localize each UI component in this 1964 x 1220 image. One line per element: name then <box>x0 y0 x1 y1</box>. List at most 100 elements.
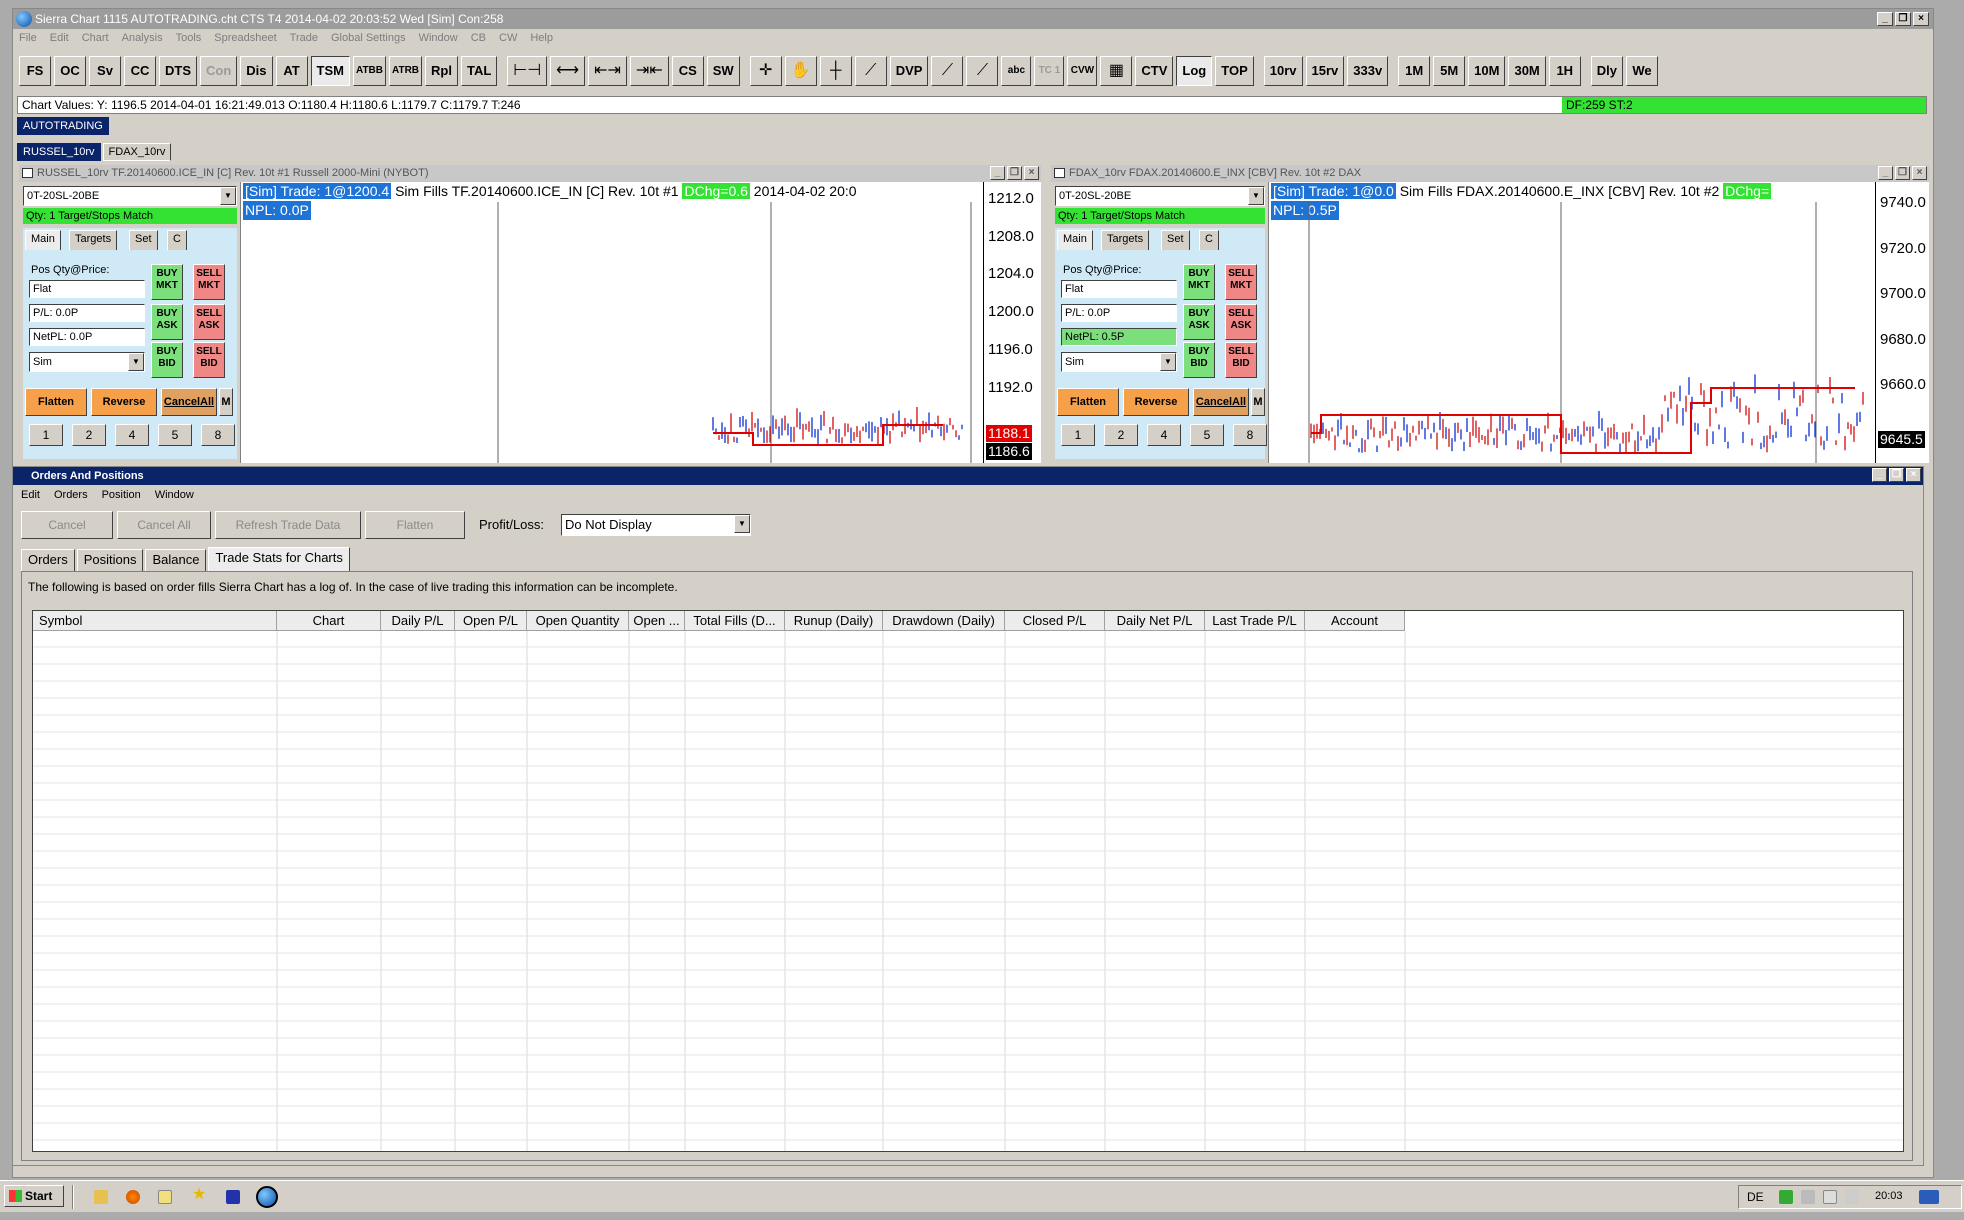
qty-2-button[interactable]: 2 <box>72 424 106 446</box>
tab-positions[interactable]: Positions <box>76 549 144 571</box>
toolbar-fs-button[interactable]: FS <box>19 56 51 86</box>
toolbar-15rv-button[interactable]: 15rv <box>1305 56 1345 86</box>
start-button[interactable]: Start <box>4 1185 64 1207</box>
volume-icon[interactable] <box>1845 1190 1859 1204</box>
cursor-icon[interactable]: ┼ <box>819 56 852 86</box>
menu-item-edit[interactable]: Edit <box>50 29 69 47</box>
chart-restore-button[interactable]: ❐ <box>1895 166 1910 180</box>
trade-tab-main[interactable]: Main <box>1057 230 1093 250</box>
chevron-down-icon[interactable]: ▼ <box>1248 187 1264 205</box>
menu-item-help[interactable]: Help <box>530 29 553 47</box>
price-axis[interactable]: 9740.0 9720.0 9700.0 9680.0 9660.0 9645.5 <box>1875 182 1929 463</box>
column-header-1[interactable]: Chart <box>277 611 381 631</box>
column-header-6[interactable]: Total Fills (D... <box>685 611 785 631</box>
toolbar-1m-button[interactable]: 1M <box>1398 56 1431 86</box>
price-chart[interactable]: [Sim] Trade: 1@1200.4 Sim Fills TF.20140… <box>243 182 983 463</box>
trade-tab-main[interactable]: Main <box>25 230 61 250</box>
chevron-down-icon[interactable]: ▼ <box>734 515 750 533</box>
account-select[interactable]: Sim ▼ <box>29 352 145 372</box>
sell-bid-button[interactable]: SELL BID <box>193 342 225 378</box>
qty-5-button[interactable]: 5 <box>1190 424 1224 446</box>
reverse-button[interactable]: Reverse <box>91 388 157 416</box>
clock[interactable]: 20:03 <box>1875 1190 1903 1202</box>
menu-item-window[interactable]: Window <box>419 29 458 47</box>
menu-item-analysis[interactable]: Analysis <box>122 29 163 47</box>
trade-tab-set[interactable]: Set <box>1161 230 1190 250</box>
flag-icon[interactable] <box>1823 1190 1837 1204</box>
security-icon[interactable] <box>1801 1190 1815 1204</box>
buy-ask-button[interactable]: BUY ASK <box>1183 304 1215 340</box>
column-header-3[interactable]: Open P/L <box>455 611 527 631</box>
trade-tab-c[interactable]: C <box>1199 230 1219 250</box>
buy-mkt-button[interactable]: BUY MKT <box>1183 264 1215 300</box>
chart-close-button[interactable]: × <box>1024 166 1039 180</box>
toolbar-atbb-button[interactable]: ATBB <box>352 56 386 86</box>
chart-minimize-button[interactable]: _ <box>990 166 1005 180</box>
toolbar-sv-button[interactable]: Sv <box>89 56 121 86</box>
menu-item-spreadsheet[interactable]: Spreadsheet <box>214 29 276 47</box>
bar-spacing-decrease-icon[interactable]: ⇤⇥ <box>588 56 627 86</box>
toolbar-10m-button[interactable]: 10M <box>1468 56 1506 86</box>
flatten-button[interactable]: Flatten <box>1057 388 1119 416</box>
toolbar-dvp-button[interactable]: DVP <box>889 56 929 86</box>
sell-ask-button[interactable]: SELL ASK <box>1225 304 1257 340</box>
bar-spacing-increase-icon[interactable]: ⇥⇤ <box>629 56 669 86</box>
range-icon[interactable]: ⊢⊣ <box>507 56 548 86</box>
folder-icon[interactable] <box>94 1190 108 1204</box>
buy-bid-button[interactable]: BUY BID <box>151 342 183 378</box>
chevron-down-icon[interactable]: ▼ <box>220 187 236 205</box>
show-desktop-icon[interactable] <box>1919 1190 1939 1204</box>
strategy-select[interactable]: 0T-20SL-20BE ▼ <box>23 186 237 206</box>
toolbar-dis-button[interactable]: Dis <box>240 56 273 86</box>
ray-icon[interactable]: ⟋ <box>966 56 999 86</box>
toolbar-log-button[interactable]: Log <box>1176 56 1213 86</box>
toolbar-oc-button[interactable]: OC <box>54 56 86 86</box>
qty-4-button[interactable]: 4 <box>115 424 149 446</box>
reverse-button[interactable]: Reverse <box>1123 388 1189 416</box>
orders-menu-position[interactable]: Position <box>102 485 141 505</box>
sierra-chart-task-icon[interactable] <box>256 1186 278 1208</box>
menu-item-cb[interactable]: CB <box>471 29 486 47</box>
toolbar-tal-button[interactable]: TAL <box>460 56 498 86</box>
toolbar-10rv-button[interactable]: 10rv <box>1263 56 1303 86</box>
toolbar-sw-button[interactable]: SW <box>706 56 740 86</box>
range-expand-icon[interactable]: ⟷ <box>550 56 586 86</box>
toolbar-cvw-button[interactable]: CVW <box>1067 56 1098 86</box>
cancel-all-button[interactable]: Cancel All <box>117 511 211 539</box>
notepad-icon[interactable] <box>158 1190 172 1204</box>
toolbar-abc-button[interactable]: abc <box>1001 56 1032 86</box>
column-header-7[interactable]: Runup (Daily) <box>785 611 883 631</box>
chart-close-button[interactable]: × <box>1912 166 1927 180</box>
toolbar-dly-button[interactable]: Dly <box>1590 56 1623 86</box>
price-axis[interactable]: 1212.0 1208.0 1204.0 1200.0 1196.0 1192.0 1188… <box>983 182 1041 463</box>
column-header-10[interactable]: Daily Net P/L <box>1105 611 1205 631</box>
refresh-trade-data-button[interactable]: Refresh Trade Data <box>215 511 361 539</box>
account-select[interactable]: Sim ▼ <box>1061 352 1177 372</box>
chevron-down-icon[interactable]: ▼ <box>128 353 144 371</box>
trade-tab-targets[interactable]: Targets <box>69 230 118 250</box>
toolbar-top-button[interactable]: TOP <box>1215 56 1254 86</box>
flatten-button[interactable]: Flatten <box>25 388 87 416</box>
sell-ask-button[interactable]: SELL ASK <box>193 304 225 340</box>
line-icon[interactable]: ⟋ <box>931 56 964 86</box>
qty-2-button[interactable]: 2 <box>1104 424 1138 446</box>
orders-menu-window[interactable]: Window <box>155 485 194 505</box>
m-button[interactable]: M <box>219 388 233 416</box>
qty-5-button[interactable]: 5 <box>158 424 192 446</box>
trade-tab-c[interactable]: C <box>167 230 187 250</box>
cancel-all-orders-button[interactable]: CancelAll <box>1193 388 1249 416</box>
orders-minimize-button[interactable]: _ <box>1872 468 1887 482</box>
toolbar-tc-1-button[interactable]: TC 1 <box>1034 56 1065 86</box>
toolbar-30m-button[interactable]: 30M <box>1508 56 1546 86</box>
price-chart[interactable]: [Sim] Trade: 1@0.0 Sim Fills FDAX.201406… <box>1271 182 1875 463</box>
buy-ask-button[interactable]: BUY ASK <box>151 304 183 340</box>
toolbar-we-button[interactable]: We <box>1626 56 1658 86</box>
tab-fdax_10rv[interactable]: FDAX_10rv <box>102 143 172 161</box>
minimize-button[interactable]: _ <box>1877 12 1893 26</box>
toolbar-cc-button[interactable]: CC <box>124 56 156 86</box>
tab-balance[interactable]: Balance <box>145 549 207 571</box>
toolbar-atrb-button[interactable]: ATRB <box>389 56 423 86</box>
drawing-icon[interactable]: ⟋ <box>854 56 887 86</box>
toolbar-1h-button[interactable]: 1H <box>1548 56 1581 86</box>
restore-button[interactable]: ❐ <box>1895 12 1911 26</box>
